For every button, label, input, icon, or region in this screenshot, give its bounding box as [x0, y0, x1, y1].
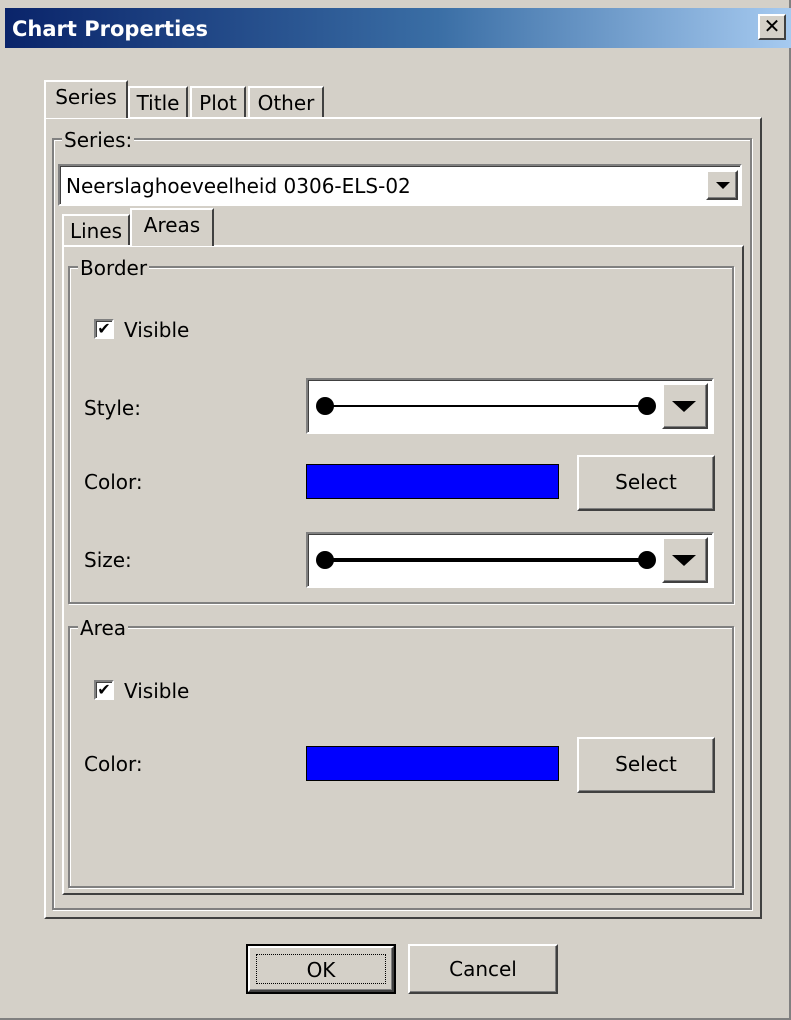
chevron-down-icon — [672, 401, 696, 412]
series-dropdown-button[interactable] — [706, 170, 738, 200]
area-color-label: Color: — [84, 752, 143, 776]
area-color-swatch — [306, 746, 559, 781]
border-color-select-button[interactable]: Select — [577, 455, 715, 511]
border-size-dropdown-button[interactable] — [662, 537, 708, 583]
subtab-areas[interactable]: Areas — [130, 208, 214, 246]
series-dropdown-value: Neerslaghoeveelheid 0306-ELS-02 — [66, 174, 411, 198]
ok-button[interactable]: OK — [246, 944, 396, 994]
close-icon: ✕ — [763, 14, 781, 38]
line-endpoint-icon — [638, 397, 656, 415]
ok-button-label: OK — [256, 954, 386, 984]
line-endpoint-icon — [638, 551, 656, 569]
tab-title-label: Title — [136, 91, 180, 115]
tab-other[interactable]: Other — [248, 86, 324, 118]
subtab-lines[interactable]: Lines — [62, 214, 130, 246]
border-color-swatch — [306, 464, 559, 499]
checkmark-icon: ✔ — [97, 680, 111, 699]
tab-plot-label: Plot — [199, 91, 237, 115]
border-style-dropdown[interactable] — [306, 378, 714, 434]
close-button[interactable]: ✕ — [758, 14, 786, 40]
border-style-dropdown-button[interactable] — [662, 383, 708, 429]
tab-plot[interactable]: Plot — [190, 86, 246, 118]
chevron-down-icon — [672, 555, 696, 566]
area-visible-checkbox[interactable]: ✔ — [94, 680, 114, 700]
series-group-legend: Series: — [62, 128, 135, 152]
subtab-areas-label: Areas — [143, 213, 201, 237]
window-title: Chart Properties — [12, 17, 209, 41]
area-group-legend: Area — [78, 616, 129, 640]
border-color-select-label: Select — [615, 470, 677, 494]
tab-title[interactable]: Title — [128, 86, 188, 118]
border-visible-label: Visible — [124, 318, 190, 342]
cancel-button[interactable]: Cancel — [408, 944, 558, 994]
subtab-lines-label: Lines — [69, 219, 123, 243]
chart-properties-dialog: Chart Properties ✕ Series Title Plot Oth… — [0, 0, 791, 1020]
checkmark-icon: ✔ — [97, 319, 111, 338]
border-style-label: Style: — [84, 396, 141, 420]
border-color-label: Color: — [84, 470, 143, 494]
border-size-dropdown[interactable] — [306, 532, 714, 588]
border-group-legend: Border — [78, 256, 150, 280]
area-color-select-button[interactable]: Select — [577, 737, 715, 793]
area-color-select-label: Select — [615, 752, 677, 776]
line-sample — [324, 558, 650, 562]
cancel-button-label: Cancel — [449, 957, 517, 981]
tab-other-label: Other — [257, 91, 315, 115]
tab-series-label: Series — [55, 85, 117, 109]
area-visible-label: Visible — [124, 679, 190, 703]
tab-series[interactable]: Series — [44, 80, 128, 118]
series-dropdown[interactable]: Neerslaghoeveelheid 0306-ELS-02 — [58, 164, 742, 206]
chevron-down-icon — [716, 182, 730, 189]
line-sample — [324, 405, 650, 407]
border-visible-checkbox[interactable]: ✔ — [94, 319, 114, 339]
border-size-label: Size: — [84, 548, 132, 572]
